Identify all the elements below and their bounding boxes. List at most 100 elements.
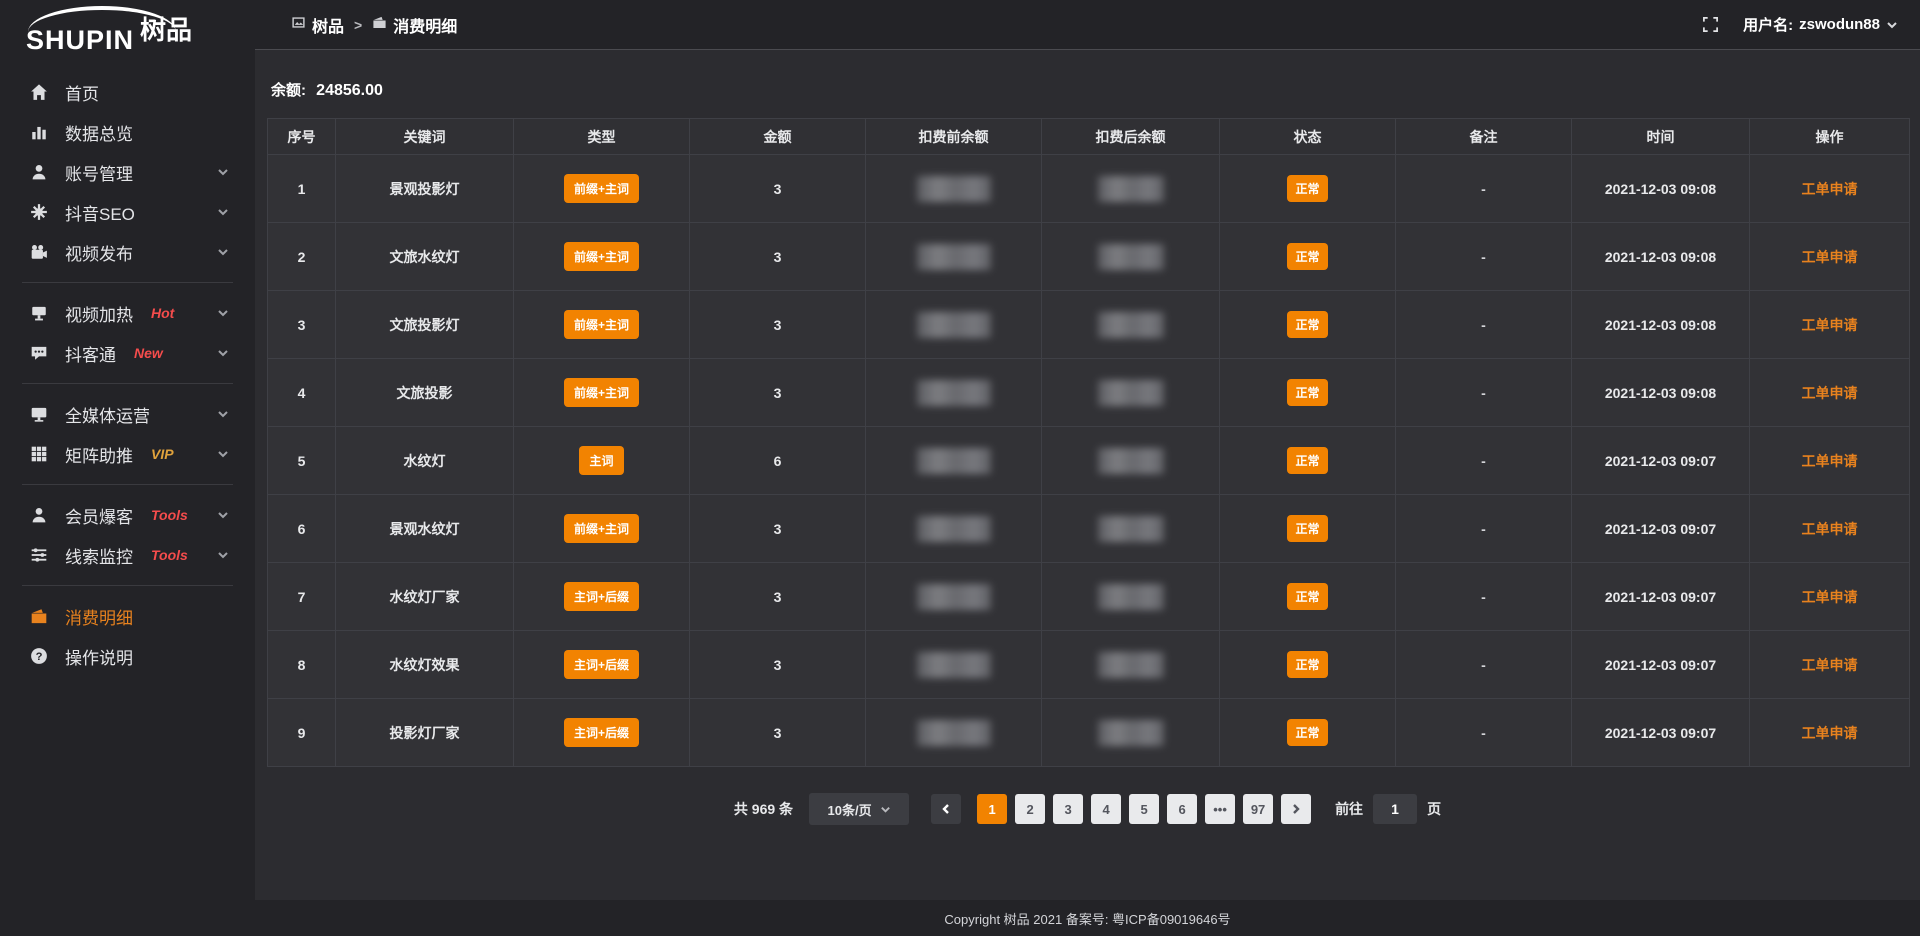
page-button-6[interactable]: 6	[1167, 794, 1197, 824]
goto-page-input[interactable]	[1373, 794, 1417, 824]
breadcrumb-label: 树品	[312, 13, 344, 37]
sidebar-item-instructions[interactable]: ?操作说明	[0, 636, 255, 676]
bar-chart-icon	[30, 123, 50, 141]
cell-balance-before	[866, 631, 1042, 699]
work-order-link[interactable]: 工单申请	[1802, 725, 1858, 741]
prev-page-button[interactable]	[931, 794, 961, 824]
cell-keyword: 水纹灯效果	[336, 631, 514, 699]
cell-status: 正常	[1220, 495, 1396, 563]
username-dropdown[interactable]: 用户名: zswodun88	[1743, 14, 1898, 35]
page-size-select[interactable]: 10条/页	[809, 793, 909, 825]
chevron-down-icon	[217, 509, 229, 521]
work-order-link[interactable]: 工单申请	[1802, 249, 1858, 265]
cell-amount: 3	[690, 631, 866, 699]
status-badge: 正常	[1287, 515, 1327, 542]
cell-status: 正常	[1220, 699, 1396, 767]
sidebar-item-badge: Tools	[151, 547, 188, 563]
sidebar-item-consumption-details[interactable]: 消费明细	[0, 596, 255, 636]
sidebar-item-clue-monitor[interactable]: 线索监控Tools	[0, 535, 255, 575]
chevron-down-icon	[217, 347, 229, 359]
sidebar-item-badge: Hot	[151, 305, 174, 321]
video-camera-icon	[30, 243, 50, 261]
redacted-balance-after	[1098, 720, 1164, 746]
cell-balance-before	[866, 495, 1042, 563]
cell-index: 9	[268, 699, 336, 767]
cell-remark: -	[1396, 699, 1572, 767]
redacted-balance-after	[1098, 244, 1164, 270]
table-row: 9投影灯厂家主词+后缀3正常-2021-12-03 09:07工单申请	[268, 699, 1910, 767]
breadcrumb-item-home[interactable]: 树品	[291, 13, 344, 37]
cell-action: 工单申请	[1750, 631, 1910, 699]
sidebar-item-home[interactable]: 首页	[0, 72, 255, 112]
work-order-link[interactable]: 工单申请	[1802, 453, 1858, 469]
cell-keyword: 投影灯厂家	[336, 699, 514, 767]
redacted-balance-before	[917, 312, 991, 338]
sidebar-item-douketong[interactable]: 抖客通New	[0, 333, 255, 373]
column-header: 备注	[1396, 119, 1572, 155]
sidebar-item-label: 数据总览	[65, 120, 133, 145]
cell-balance-before	[866, 155, 1042, 223]
table-row: 3文旅投影灯前缀+主词3正常-2021-12-03 09:08工单申请	[268, 291, 1910, 359]
copyright-text: Copyright 树品 2021 备案号: 粤ICP备09019646号	[944, 909, 1230, 928]
work-order-link[interactable]: 工单申请	[1802, 589, 1858, 605]
table-row: 4文旅投影前缀+主词3正常-2021-12-03 09:08工单申请	[268, 359, 1910, 427]
cell-index: 1	[268, 155, 336, 223]
work-order-link[interactable]: 工单申请	[1802, 317, 1858, 333]
type-badge: 主词	[579, 446, 623, 475]
cell-status: 正常	[1220, 563, 1396, 631]
breadcrumb-item-current[interactable]: 消费明细	[372, 13, 457, 37]
page-button-4[interactable]: 4	[1091, 794, 1121, 824]
cell-type: 前缀+主词	[514, 495, 690, 563]
home-icon	[30, 83, 50, 101]
redacted-balance-before	[917, 244, 991, 270]
cell-balance-before	[866, 223, 1042, 291]
redacted-balance-after	[1098, 312, 1164, 338]
redacted-balance-after	[1098, 448, 1164, 474]
work-order-link[interactable]: 工单申请	[1802, 385, 1858, 401]
page-ellipsis-button[interactable]: •••	[1205, 794, 1235, 824]
breadcrumb: 树品 > 消费明细	[291, 13, 457, 37]
work-order-link[interactable]: 工单申请	[1802, 657, 1858, 673]
sidebar-item-video-publish[interactable]: 视频发布	[0, 232, 255, 272]
balance-value: 24856.00	[316, 82, 383, 99]
redacted-balance-after	[1098, 584, 1164, 610]
work-order-link[interactable]: 工单申请	[1802, 521, 1858, 537]
sidebar-item-matrix-boost[interactable]: 矩阵助推VIP	[0, 434, 255, 474]
sidebar-item-badge: Tools	[151, 507, 188, 523]
redacted-balance-after	[1098, 652, 1164, 678]
sidebar-item-douyin-seo[interactable]: 抖音SEO	[0, 192, 255, 232]
work-order-link[interactable]: 工单申请	[1802, 181, 1858, 197]
page-button-1[interactable]: 1	[977, 794, 1007, 824]
page-button-97[interactable]: 97	[1243, 794, 1273, 824]
table-row: 5水纹灯主词6正常-2021-12-03 09:07工单申请	[268, 427, 1910, 495]
column-header: 类型	[514, 119, 690, 155]
sidebar: SHUPIN树品 首页数据总览账号管理抖音SEO视频发布视频加热Hot抖客通Ne…	[0, 0, 255, 936]
page-button-3[interactable]: 3	[1053, 794, 1083, 824]
cell-keyword: 文旅投影灯	[336, 291, 514, 359]
cell-balance-before	[866, 427, 1042, 495]
pagination-total: 共 969 条	[734, 799, 793, 819]
sidebar-item-label: 操作说明	[65, 644, 133, 669]
next-page-button[interactable]	[1281, 794, 1311, 824]
cell-action: 工单申请	[1750, 291, 1910, 359]
sidebar-item-data-overview[interactable]: 数据总览	[0, 112, 255, 152]
filter-lines-icon	[30, 546, 50, 564]
sidebar-item-account-management[interactable]: 账号管理	[0, 152, 255, 192]
sidebar-item-media-operation[interactable]: 全媒体运营	[0, 394, 255, 434]
column-header: 关键词	[336, 119, 514, 155]
fullscreen-icon[interactable]	[1702, 16, 1719, 33]
sidebar-item-member-burst[interactable]: 会员爆客 Tools	[0, 495, 255, 535]
type-badge: 前缀+主词	[564, 242, 639, 271]
page-button-5[interactable]: 5	[1129, 794, 1159, 824]
username-value: zswodun88	[1799, 16, 1880, 33]
goto-label: 前往	[1335, 799, 1363, 819]
sidebar-item-label: 账号管理	[65, 160, 133, 185]
cell-amount: 3	[690, 359, 866, 427]
chat-bubble-icon	[30, 344, 50, 362]
page-button-2[interactable]: 2	[1015, 794, 1045, 824]
sidebar-item-video-heating[interactable]: 视频加热Hot	[0, 293, 255, 333]
sidebar-item-label: 会员爆客	[65, 503, 133, 528]
cell-amount: 3	[690, 223, 866, 291]
chevron-down-icon	[217, 246, 229, 258]
cell-time: 2021-12-03 09:07	[1572, 563, 1750, 631]
